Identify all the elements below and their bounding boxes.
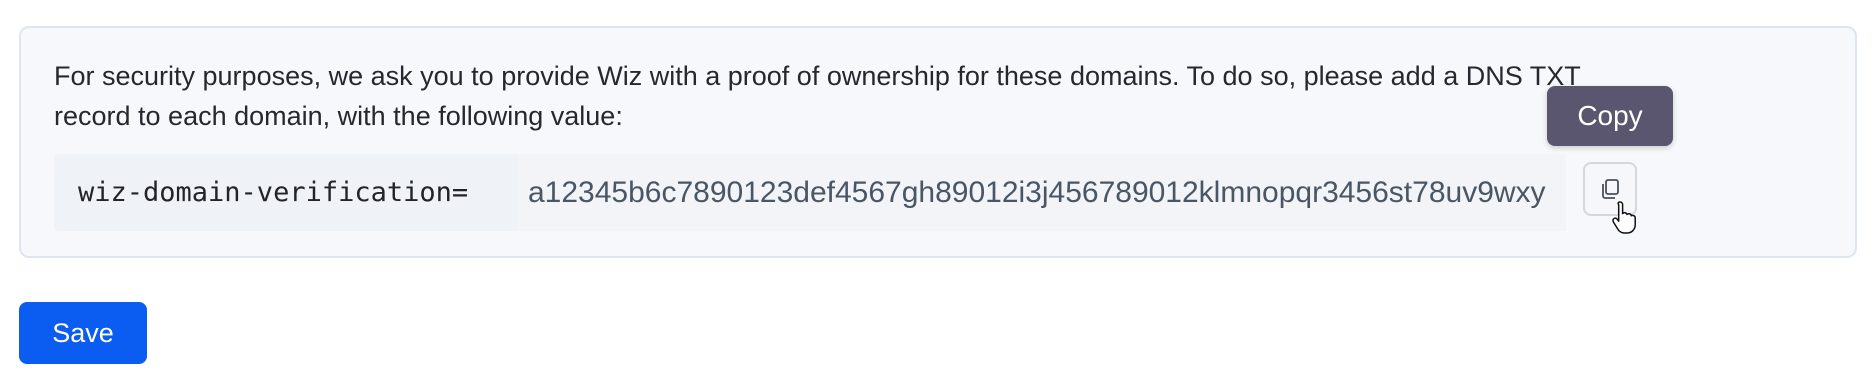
record-prefix: wiz-domain-verification= xyxy=(78,177,469,208)
verification-instructions: For security purposes, we ask you to pro… xyxy=(54,61,1581,131)
copy-icon xyxy=(1602,179,1619,199)
save-button[interactable]: Save xyxy=(19,302,147,364)
domain-verification-panel: For security purposes, we ask you to pro… xyxy=(19,26,1857,258)
record-value-field[interactable]: a12345b6c7890123def4567gh89012i3j4567890… xyxy=(518,154,1566,231)
copy-tooltip: Copy xyxy=(1547,86,1673,146)
dns-txt-record: wiz-domain-verification= a12345b6c789012… xyxy=(54,154,1566,231)
record-value[interactable]: a12345b6c7890123def4567gh89012i3j4567890… xyxy=(528,154,1546,231)
hand-pointer-cursor-icon xyxy=(1612,201,1636,234)
